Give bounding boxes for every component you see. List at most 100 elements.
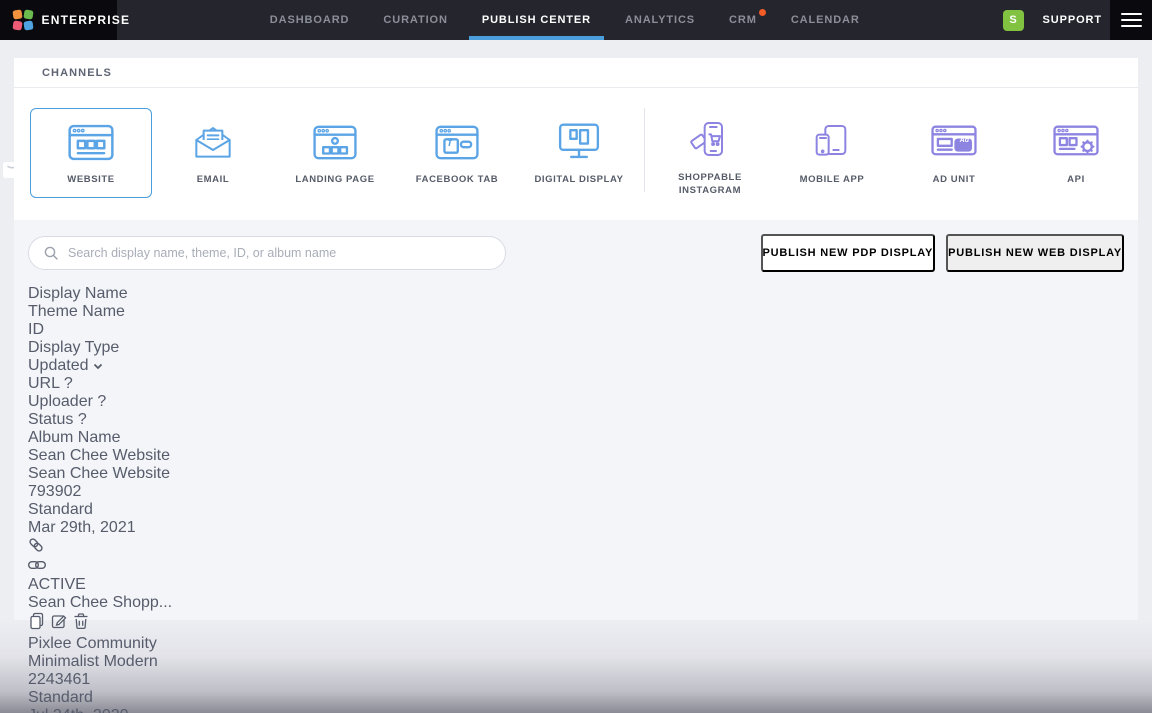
cell-theme-name: Sean Chee Website <box>28 465 1124 483</box>
channel-landing-page-label: LANDING PAGE <box>295 174 374 187</box>
support-link[interactable]: SUPPORT <box>1043 14 1102 26</box>
col-url: URL ? <box>28 375 1124 393</box>
nav-right-group: S SUPPORT <box>1003 0 1102 40</box>
channels-row: WEBSITE EMAIL <box>14 88 1138 198</box>
table-header: Display Name Theme Name ID Display Type … <box>28 285 1124 447</box>
table-row[interactable]: Sean Chee Website Sean Chee Website 7939… <box>28 447 1124 635</box>
nav-item-calendar[interactable]: CALENDAR <box>791 0 860 40</box>
nav-item-publish-center[interactable]: PUBLISH CENTER <box>482 0 591 40</box>
table-row[interactable]: Pixlee Community Minimalist Modern 22434… <box>28 635 1124 713</box>
channel-website-label: WEBSITE <box>67 174 114 187</box>
channel-mobile-app-label: MOBILE APP <box>800 174 865 187</box>
hamburger-menu-button[interactable] <box>1110 0 1152 40</box>
nav-item-crm[interactable]: CRM <box>729 0 757 40</box>
status-badge: ACTIVE <box>28 576 86 593</box>
landing-page-icon <box>313 121 357 163</box>
nav-item-analytics[interactable]: ANALYTICS <box>625 0 695 40</box>
cell-display-name: Pixlee Community <box>28 635 1124 653</box>
primary-nav: DASHBOARD CURATION PUBLISH CENTER ANALYT… <box>127 0 1003 40</box>
shoppable-instagram-icon <box>690 121 730 161</box>
channel-email-label: EMAIL <box>197 174 230 187</box>
api-icon <box>1053 121 1099 163</box>
channels-title: CHANNELS <box>42 67 112 79</box>
channel-ad-unit[interactable]: Ad AD UNIT <box>893 108 1015 198</box>
col-updated-label: Updated <box>28 357 89 374</box>
nav-item-crm-label: CRM <box>729 14 757 26</box>
enterprise-logo-icon <box>13 10 33 30</box>
url-link-icon[interactable] <box>28 540 44 557</box>
channel-email[interactable]: EMAIL <box>152 108 274 198</box>
cell-album-name[interactable]: Sean Chee Shopp... <box>28 594 1124 612</box>
channels-divider <box>644 108 645 192</box>
col-url-label: URL <box>28 375 59 392</box>
search-input[interactable] <box>68 246 491 260</box>
col-updated[interactable]: Updated <box>28 357 1124 375</box>
facebook-f-glyph: f <box>448 137 452 149</box>
delete-icon[interactable] <box>73 617 89 634</box>
channel-facebook-tab-label: FACEBOOK TAB <box>416 174 499 187</box>
publish-web-button[interactable]: PUBLISH NEW WEB DISPLAY <box>946 234 1124 272</box>
website-icon <box>68 121 114 163</box>
channels-section: CHANNELS WEBSITE <box>14 58 1138 220</box>
user-avatar[interactable]: S <box>1003 10 1024 31</box>
uploader-link-icon[interactable] <box>28 558 46 575</box>
email-icon <box>193 121 233 163</box>
cell-display-type: Standard <box>28 689 1124 707</box>
mobile-app-icon <box>812 121 852 163</box>
channel-api[interactable]: API <box>1015 108 1137 198</box>
sort-desc-icon[interactable] <box>93 357 103 374</box>
channel-digital-display[interactable]: DIGITAL DISPLAY <box>518 108 640 198</box>
channel-digital-display-label: DIGITAL DISPLAY <box>534 174 623 187</box>
hamburger-icon <box>1121 9 1142 30</box>
cell-id: 793902 <box>28 483 1124 501</box>
url-help-icon[interactable]: ? <box>64 375 73 392</box>
cell-url <box>28 537 1124 558</box>
cell-uploader <box>28 558 1124 576</box>
channel-facebook-tab[interactable]: f FACEBOOK TAB <box>396 108 518 198</box>
cell-id: 2243461 <box>28 671 1124 689</box>
channel-shoppable-instagram-label: SHOPPABLE INSTAGRAM <box>658 172 762 198</box>
col-theme-name: Theme Name <box>28 303 1124 321</box>
facebook-tab-icon: f <box>435 121 479 163</box>
cell-updated: Jul 24th, 2020 <box>28 707 1124 713</box>
cell-updated: Mar 29th, 2021 <box>28 519 1124 537</box>
publish-center-panel: CHANNELS WEBSITE <box>14 58 1138 620</box>
edit-icon[interactable] <box>50 617 68 634</box>
col-uploader: Uploader ? <box>28 393 1124 411</box>
col-album-name: Album Name <box>28 429 1124 447</box>
ad-glyph: Ad <box>960 137 969 144</box>
toolbar: PUBLISH NEW PDP DISPLAY PUBLISH NEW WEB … <box>28 220 1124 285</box>
channel-mobile-app[interactable]: MOBILE APP <box>771 108 893 198</box>
brand-logo-block[interactable]: ENTERPRISE <box>0 0 117 40</box>
channel-shoppable-instagram[interactable]: SHOPPABLE INSTAGRAM <box>649 108 771 198</box>
ad-unit-icon: Ad <box>931 121 977 163</box>
search-icon <box>43 245 59 261</box>
channels-header: CHANNELS <box>14 58 1138 88</box>
status-help-icon[interactable]: ? <box>78 411 87 428</box>
digital-display-icon <box>557 121 601 163</box>
channel-landing-page[interactable]: LANDING PAGE <box>274 108 396 198</box>
crm-notification-dot <box>759 9 766 16</box>
col-uploader-label: Uploader <box>28 393 93 410</box>
cell-display-name: Sean Chee Website <box>28 447 1124 465</box>
cell-theme-name: Minimalist Modern <box>28 653 1124 671</box>
top-navbar: ENTERPRISE DASHBOARD CURATION PUBLISH CE… <box>0 0 1152 40</box>
displays-section: PUBLISH NEW PDP DISPLAY PUBLISH NEW WEB … <box>14 220 1138 620</box>
nav-item-curation[interactable]: CURATION <box>383 0 447 40</box>
search-box[interactable] <box>28 236 506 270</box>
channel-ad-unit-label: AD UNIT <box>933 174 976 187</box>
displays-table: Display Name Theme Name ID Display Type … <box>28 285 1124 713</box>
col-status-label: Status <box>28 411 73 428</box>
col-id: ID <box>28 321 1124 339</box>
nav-item-dashboard[interactable]: DASHBOARD <box>270 0 350 40</box>
channel-website[interactable]: WEBSITE <box>30 108 152 198</box>
brand-name: ENTERPRISE <box>42 13 131 27</box>
publish-pdp-button[interactable]: PUBLISH NEW PDP DISPLAY <box>761 234 936 272</box>
copy-icon[interactable] <box>28 617 46 634</box>
col-status: Status ? <box>28 411 1124 429</box>
col-display-name: Display Name <box>28 285 1124 303</box>
toolbar-buttons: PUBLISH NEW PDP DISPLAY PUBLISH NEW WEB … <box>761 234 1124 272</box>
row-actions <box>28 612 1124 635</box>
cell-status: ACTIVE <box>28 576 1124 594</box>
uploader-help-icon[interactable]: ? <box>97 393 106 410</box>
